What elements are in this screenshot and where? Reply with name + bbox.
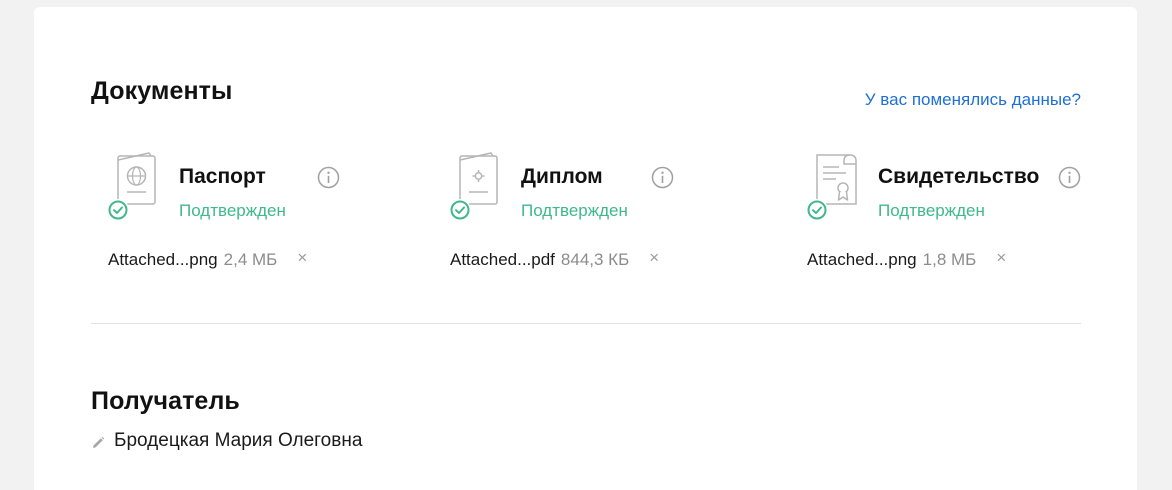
file-name[interactable]: Attached...pdf bbox=[450, 250, 555, 269]
document-status: Подтвержден bbox=[521, 201, 628, 220]
info-icon[interactable] bbox=[651, 166, 674, 189]
attached-file: Attached...pdf 844,3 КБ × bbox=[450, 248, 659, 270]
file-name[interactable]: Attached...png bbox=[108, 250, 218, 269]
file-size: 844,3 КБ bbox=[560, 250, 630, 269]
attached-file: Attached...png 1,8 МБ × bbox=[807, 248, 1006, 270]
document-name: Паспорт bbox=[179, 165, 266, 188]
document-certificate: Свидетельство Подтвержден Attached...png… bbox=[806, 150, 1096, 280]
verified-check-icon bbox=[806, 199, 828, 221]
recipient-name: Бродецкая Мария Олеговна bbox=[114, 430, 363, 451]
verified-check-icon bbox=[107, 199, 129, 221]
document-passport: Паспорт Подтвержден Attached...png 2,4 МБ… bbox=[107, 150, 407, 280]
remove-file-icon[interactable]: × bbox=[297, 248, 307, 268]
pencil-icon[interactable] bbox=[91, 434, 105, 448]
recipient-title: Получатель bbox=[91, 387, 240, 415]
section-divider bbox=[91, 323, 1081, 324]
file-name[interactable]: Attached...png bbox=[807, 250, 917, 269]
attached-file: Attached...png 2,4 МБ × bbox=[108, 248, 307, 270]
file-size: 2,4 МБ bbox=[223, 250, 278, 269]
document-name: Свидетельство bbox=[878, 165, 1040, 188]
document-status: Подтвержден bbox=[179, 201, 286, 220]
verified-check-icon bbox=[449, 199, 471, 221]
remove-file-icon[interactable]: × bbox=[649, 248, 659, 268]
documents-title: Документы bbox=[91, 77, 233, 105]
document-name: Диплом bbox=[521, 165, 603, 188]
document-diploma: Диплом Подтвержден Attached...pdf 844,3 К… bbox=[449, 150, 749, 280]
file-size: 1,8 МБ bbox=[922, 250, 977, 269]
info-icon[interactable] bbox=[317, 166, 340, 189]
remove-file-icon[interactable]: × bbox=[996, 248, 1006, 268]
documents-card: Документы У вас поменялись данные? Паспо… bbox=[34, 7, 1137, 490]
document-status: Подтвержден bbox=[878, 201, 985, 220]
recipient-row: Бродецкая Мария Олеговна bbox=[91, 430, 362, 452]
info-icon[interactable] bbox=[1058, 166, 1081, 189]
data-changed-link[interactable]: У вас поменялись данные? bbox=[865, 90, 1081, 110]
